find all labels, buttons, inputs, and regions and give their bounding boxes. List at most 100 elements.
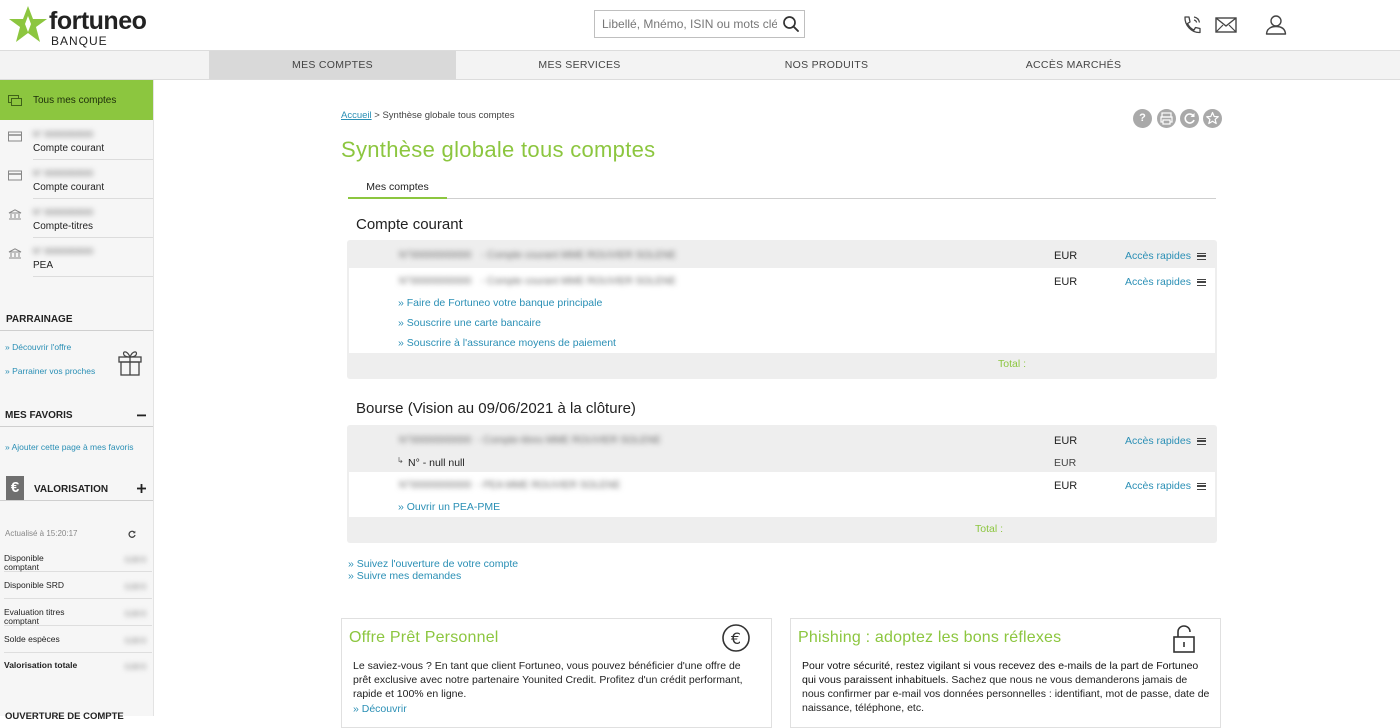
account-number: N° 00000000000 [33,130,94,139]
valorisation-label: Valorisation totale [4,660,78,670]
banque-principale-link[interactable]: » Faire de Fortuneo votre banque princip… [398,297,602,309]
main-nav: MES COMPTES MES SERVICES NOS PRODUITS AC… [0,51,1400,80]
account-label: Compte-titres [33,221,94,232]
print-icon[interactable] [1157,109,1176,128]
sidebar-account-1[interactable]: N° 00000000000 Compte courant [0,121,153,160]
menu-icon [1196,437,1206,445]
account-currency: EUR [1054,480,1078,492]
account-number: N° 00000000000 [33,169,94,178]
breadcrumb: Accueil > Synthèse globale tous comptes [341,110,514,121]
favoris-title: MES FAVORIS [5,410,73,421]
valorisation-updated: Actualisé à 15:20:17 [5,529,78,538]
valorisation-value: 0,00 € [125,662,146,671]
quick-access-button[interactable]: Accès rapides [1125,480,1206,492]
valorisation-label: Disponible SRD [4,580,64,590]
refresh-icon[interactable] [1180,109,1199,128]
account-row[interactable]: N°00000000000 - Compte-titres MME ROUVIE… [349,427,1215,452]
account-number: N° 00000000000 [33,208,94,217]
nav-tab-mes-services[interactable]: MES SERVICES [456,51,703,79]
account-currency: EUR [1054,276,1078,288]
card-title: Offre Prêt Personnel [349,629,499,646]
valorisation-header[interactable]: € VALORISATION [0,476,153,502]
parrainer-proches-link[interactable]: » Parrainer vos proches [5,366,95,376]
quick-access-button[interactable]: Accès rapides [1125,276,1206,288]
mail-icon[interactable] [1213,13,1239,37]
account-label: - PEA MME ROUVIER SOLENE [477,480,621,491]
menu-icon [1196,482,1206,490]
sidebar: Tous mes comptes N° 00000000000 Compte c… [0,80,154,722]
valorisation-row: Evaluation titres comptant 0,00 € [4,599,152,626]
suivre-demandes-link[interactable]: » Suivre mes demandes [348,570,461,582]
divider [0,426,153,427]
bourse-panel: N°00000000000 - Compte-titres MME ROUVIE… [347,425,1217,543]
sidebar-account-4[interactable]: N° 00000000000 PEA [0,238,153,277]
ouvrir-pea-pme-link[interactable]: » Ouvrir un PEA-PME [398,501,500,513]
quick-access-button[interactable]: Accès rapides [1125,250,1206,262]
valorisation-label: Disponible comptant [4,553,44,572]
menu-icon [1196,252,1206,260]
account-number: N° 00000000000 [33,247,94,256]
sidebar-item-label: Tous mes comptes [33,95,117,106]
total-label: Total : [998,358,1027,370]
decouvrir-offre-link[interactable]: » Découvrir l'offre [5,342,71,352]
sidebar-account-3[interactable]: N° 00000000000 Compte-titres [0,199,153,238]
sub-account-label: N° - null null [408,457,465,469]
tab-mes-comptes[interactable]: Mes comptes [348,179,447,199]
valorisation-label: Evaluation titres comptant [4,607,65,626]
valorisation-value: 0,00 € [125,636,146,645]
accounts-icon [8,95,22,106]
help-icon[interactable]: ? [1133,109,1152,128]
card-icon [8,170,22,181]
add-favorite-link[interactable]: » Ajouter cette page à mes favoris [5,442,134,452]
refresh-icon[interactable] [128,530,136,538]
nav-tab-nos-produits[interactable]: NOS PRODUITS [703,51,950,79]
valorisation-value: 0,00 € [125,582,146,591]
quick-access-label: Accès rapides [1125,276,1191,288]
user-icon[interactable] [1263,13,1289,37]
account-label: - Compte-titres MME ROUVIER SOLENE [477,435,661,446]
divider [0,500,153,501]
sidebar-account-2[interactable]: N° 00000000000 Compte courant [0,160,153,199]
quick-access-label: Accès rapides [1125,480,1191,492]
sidebar-item-all-accounts[interactable]: Tous mes comptes [0,80,153,120]
decouvrir-link[interactable]: » Découvrir [353,703,407,715]
account-currency: EUR [1054,435,1078,447]
valorisation-row: Disponible comptant 0,00 € [4,545,152,572]
account-number: N°00000000000 [399,435,472,446]
compte-courant-panel: N°00000000000 - Compte courant MME ROUVI… [347,240,1217,379]
search-input[interactable] [595,11,777,37]
card-text: Pour votre sécurité, restez vigilant si … [802,659,1212,715]
star-logo-icon [9,6,47,42]
search-icon[interactable] [782,15,800,33]
phone-icon[interactable] [1179,13,1205,37]
fortuneo-logo[interactable]: fortuneo BANQUE [8,4,158,48]
souscrire-carte-link[interactable]: » Souscrire une carte bancaire [398,317,541,329]
tabs: Mes comptes [348,179,1216,199]
total-label: Total : [975,523,1004,535]
account-row[interactable]: N°00000000000 - Compte courant MME ROUVI… [349,242,1215,267]
padlock-icon [1173,625,1195,653]
account-row[interactable]: N°00000000000 - PEA MME ROUVIER SOLENE E… [349,472,1215,517]
bank-icon [8,248,22,259]
menu-icon [1196,278,1206,286]
account-number: N°00000000000 [399,480,472,491]
logo-sub: BANQUE [51,34,108,48]
souscrire-assurance-link[interactable]: » Souscrire à l'assurance moyens de paie… [398,337,616,349]
suivez-ouverture-link[interactable]: » Suivez l'ouverture de votre compte [348,558,518,570]
sub-account-row: ↳ N° - null null EUR [349,452,1215,472]
section-title-compte-courant: Compte courant [356,216,463,233]
expand-plus-icon[interactable] [137,484,146,493]
collapse-minus-icon[interactable] [137,414,146,417]
breadcrumb-home-link[interactable]: Accueil [341,110,372,121]
header: fortuneo BANQUE [0,0,1400,51]
nav-tab-mes-comptes[interactable]: MES COMPTES [209,51,456,79]
nav-tab-acces-marches[interactable]: ACCÈS MARCHÉS [950,51,1197,79]
quick-access-button[interactable]: Accès rapides [1125,435,1206,447]
favorite-star-icon[interactable] [1203,109,1222,128]
account-row[interactable]: N°00000000000 - Compte courant MME ROUVI… [349,268,1215,353]
valorisation-row-total: Valorisation totale 0,00 € [4,652,152,679]
gift-icon [118,351,142,376]
quick-access-label: Accès rapides [1125,250,1191,262]
divider [0,330,153,331]
sub-arrow-icon: ↳ [397,456,404,465]
